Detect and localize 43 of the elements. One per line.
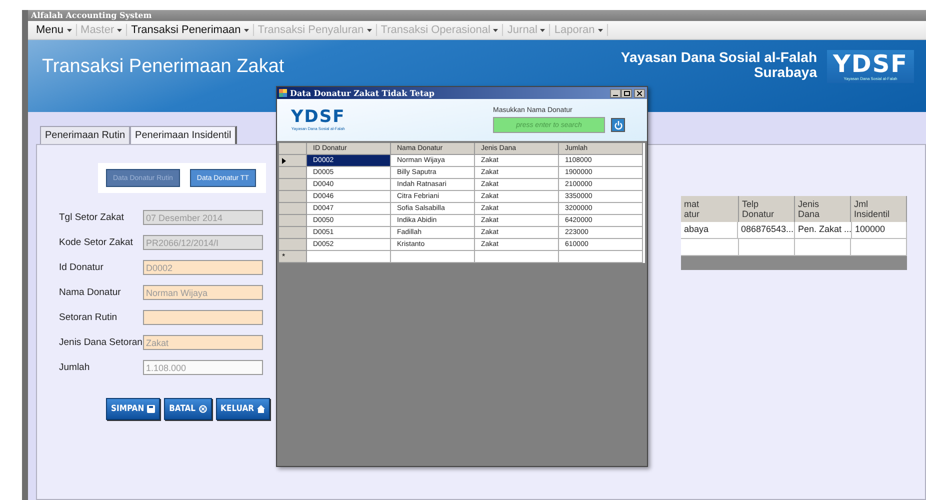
field-label: Id Donatur [58,262,104,273]
field-label: Jenis Dana Setoran [58,337,143,348]
logo-text: YDSF [833,52,908,76]
tab[interactable]: Penerimaan Rutin [40,126,130,144]
window-icon [279,89,287,97]
caret-icon [244,28,249,32]
tab[interactable]: Penerimaan Insidentil [130,126,238,144]
org-name: Yayasan Dana Sosial al-Falah [620,50,818,65]
menu-item[interactable]: Menu [32,24,77,36]
new-row-marker: * [279,251,307,263]
field-label: Nama Donatur [58,287,122,298]
field-label: Jumlah [58,362,91,373]
input-field[interactable] [143,310,263,325]
action-button[interactable]: BATAL [164,398,212,420]
home-icon [257,405,266,413]
row-pointer-icon [282,158,286,164]
caret-icon [66,28,72,32]
caret-icon [493,28,498,32]
action-button[interactable]: KELUAR [216,398,270,420]
maximize-icon [624,90,630,96]
maximize-button[interactable] [621,88,632,98]
power-button[interactable] [611,118,625,132]
menu-item[interactable]: Transaksi Penerimaan [127,24,254,36]
caret-icon [117,28,122,32]
page-title: Transaksi Penerimaan Zakat [42,56,284,78]
close-button[interactable] [634,88,645,98]
field-label: Setoran Rutin [58,312,118,323]
caret-icon [598,28,603,32]
caret-icon [366,28,372,32]
org-city: Surabaya [754,65,818,80]
cancel-circle-icon [198,405,207,413]
row-header [279,143,307,155]
field-label: Kode Setor Zakat [58,237,134,248]
action-button[interactable]: SIMPAN [106,398,160,420]
close-icon [637,90,642,96]
power-icon [614,120,622,130]
caret-icon [540,28,546,32]
field-label: Tgl Setor Zakat [58,212,125,223]
logo-text: YDSF [291,109,346,126]
dialog-title: Data Donatur Zakat Tidak Tetap [290,88,436,98]
row-header[interactable] [279,155,307,167]
app-title: Alfalah Accounting System [28,10,926,21]
minimize-button[interactable] [610,88,621,98]
